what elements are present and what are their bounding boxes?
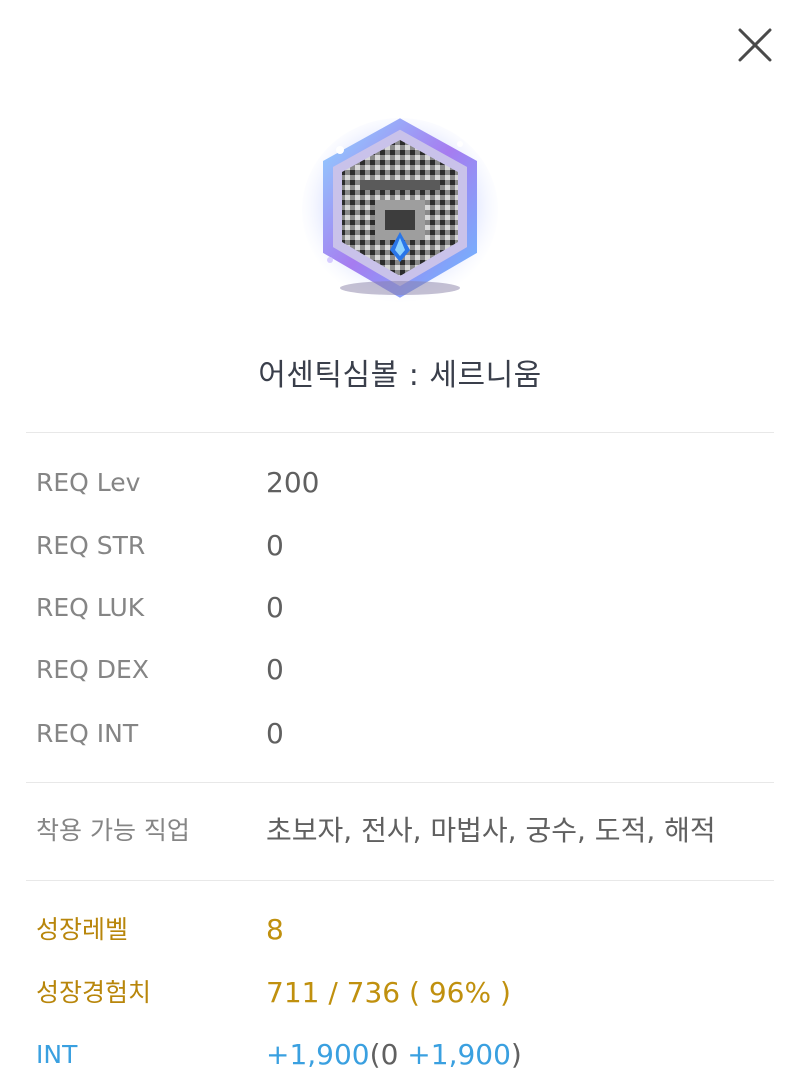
req-value: 0 [266, 529, 284, 562]
stat-bonus: +1,900 [407, 1038, 511, 1071]
req-row-level: REQ Lev 200 [36, 463, 776, 503]
divider [26, 880, 774, 881]
req-value: 200 [266, 466, 320, 499]
req-value: 0 [266, 653, 284, 686]
req-label: REQ DEX [36, 655, 149, 684]
req-label: REQ LUK [36, 593, 145, 622]
growth-level-row: 성장레벨 8 [36, 910, 776, 950]
req-row-int: REQ INT 0 [36, 714, 776, 754]
req-value: 0 [266, 591, 284, 624]
item-name: 어센틱심볼 : 세르니움 [258, 358, 542, 393]
req-value: 0 [266, 717, 284, 750]
req-row-str: REQ STR 0 [36, 526, 776, 566]
growth-exp-label: 성장경험치 [36, 978, 152, 1007]
growth-level-label: 성장레벨 [36, 915, 129, 944]
stat-label: INT [36, 1040, 78, 1069]
req-row-dex: REQ DEX 0 [36, 650, 776, 690]
jobs-label: 착용 가능 직업 [36, 816, 190, 845]
stat-total: +1,900 [266, 1038, 370, 1071]
growth-exp-value: 711 / 736 ( 96% ) [266, 976, 511, 1009]
stat-base: 0 [380, 1038, 399, 1071]
close-icon [738, 28, 772, 62]
authentic-symbol-cernium-icon [300, 110, 500, 310]
req-label: REQ Lev [36, 468, 141, 497]
stat-value: +1,900(0 +1,900) [266, 1035, 522, 1075]
stat-int-row: INT +1,900(0 +1,900) [36, 1035, 776, 1075]
growth-exp-row: 성장경험치 711 / 736 ( 96% ) [36, 973, 776, 1013]
req-row-luk: REQ LUK 0 [36, 588, 776, 628]
growth-level-value: 8 [266, 913, 284, 946]
jobs-value: 초보자, 전사, 마법사, 궁수, 도적, 해적 [266, 814, 716, 847]
stat-open-paren: ( [369, 1038, 381, 1071]
close-button[interactable] [736, 26, 774, 64]
divider [26, 782, 774, 783]
divider [26, 432, 774, 433]
req-label: REQ STR [36, 531, 146, 560]
req-label: REQ INT [36, 719, 139, 748]
stat-close-paren: ) [510, 1038, 522, 1071]
jobs-row: 착용 가능 직업 초보자, 전사, 마법사, 궁수, 도적, 해적 [36, 811, 776, 851]
